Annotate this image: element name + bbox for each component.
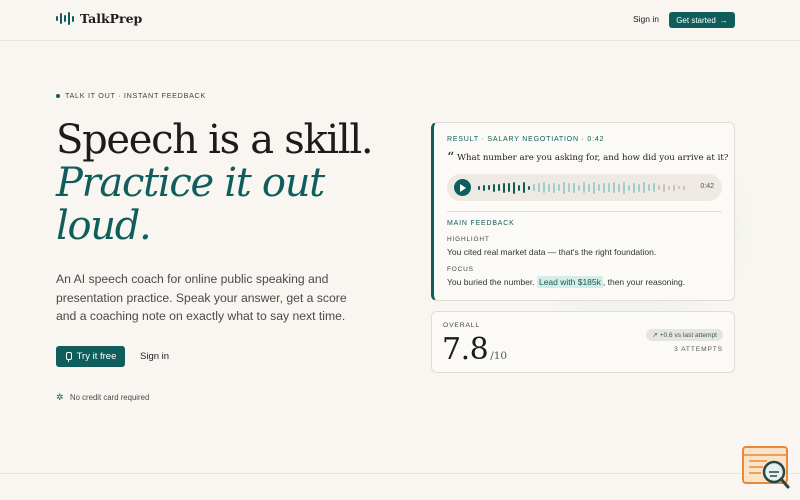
waveform-bar: [603, 182, 605, 193]
waveform-bar: [518, 184, 520, 191]
brand-name: TalkPrep: [80, 11, 143, 26]
focus-text-post: , then your reasoning.: [602, 277, 686, 287]
divider: [447, 211, 722, 212]
arrow-right-icon: →: [719, 15, 728, 25]
get-started-button[interactable]: Get started →: [669, 12, 735, 28]
headline-line-3: loud.: [56, 203, 152, 249]
waveform-bar: [528, 185, 530, 190]
waveform-bar: [633, 182, 635, 193]
brand-logo[interactable]: TalkPrep: [56, 11, 142, 26]
overall-score: 7.8 /10: [442, 332, 507, 367]
waveform-bar: [618, 183, 620, 192]
waveform-bar: [598, 184, 600, 191]
waveform-bar: [513, 181, 515, 194]
waveform-bar: [678, 186, 680, 189]
quote-mark-icon: “: [447, 150, 455, 166]
improvement-badge: ↗ +0.6 vs last attempt: [646, 329, 723, 341]
audio-duration: 0:42: [700, 183, 714, 190]
result-header: RESULT · SALARY NEGOTIATION · 0:42: [447, 136, 605, 143]
no-credit-card-text: No credit card required: [70, 393, 150, 402]
hero-description: An AI speech coach for online public spe…: [56, 272, 347, 323]
play-icon[interactable]: [454, 179, 471, 196]
focus-label: FOCUS: [447, 266, 474, 273]
waveform-bar: [683, 185, 685, 190]
waveform-bar: [553, 182, 555, 193]
try-it-free-button[interactable]: Try it free: [56, 346, 125, 367]
score-denominator: /10: [490, 350, 508, 362]
waveform-bar: [568, 183, 570, 192]
waveform-bar: [638, 183, 640, 192]
waveform-bar: [643, 182, 645, 193]
waveform-bar: [548, 183, 550, 192]
waveform-bar: [488, 185, 490, 190]
hero-signin-link[interactable]: Sign in: [140, 351, 169, 362]
headline-line-2: Practice it out: [56, 160, 325, 206]
waveform-bar: [588, 183, 590, 192]
eyebrow-text: TALK IT OUT · INSTANT FEEDBACK: [65, 91, 206, 100]
overall-label: OVERALL: [443, 322, 480, 329]
waveform-bar: [593, 181, 595, 194]
waveform-bar: [663, 183, 665, 192]
waveform-bar: [628, 184, 630, 191]
waveform-bar: [538, 183, 540, 192]
waveform-bar: [608, 183, 610, 192]
waveform-bar: [563, 181, 565, 194]
waveform-bar: [523, 182, 525, 193]
headline-line-1: Speech is a skill.: [56, 117, 374, 163]
waveform-bar: [498, 184, 500, 191]
get-started-label: Get started: [676, 15, 716, 25]
waveform-bar: [558, 184, 560, 191]
waveform-bar: [623, 181, 625, 194]
waveform-bar: [668, 185, 670, 190]
microphone-icon: [65, 351, 73, 362]
score-value: 7.8: [442, 332, 489, 367]
focus-text: You buried the number. Lead with $185k, …: [447, 276, 686, 288]
waveform-bar: [648, 184, 650, 191]
hero-headline: Speech is a skill. Practice it out loud.: [56, 117, 374, 249]
waveform-bar: [578, 184, 580, 191]
waveform-bar: [673, 184, 675, 191]
waveform-bar: [573, 182, 575, 193]
eyebrow: TALK IT OUT · INSTANT FEEDBACK: [56, 91, 206, 100]
result-card: RESULT · SALARY NEGOTIATION · 0:42 “ Wha…: [431, 122, 735, 301]
try-it-free-label: Try it free: [76, 351, 117, 362]
focus-text-pre: You buried the number.: [447, 277, 535, 287]
footer-divider: [0, 473, 800, 474]
audio-player[interactable]: 0:42: [447, 174, 722, 201]
highlight-text: You cited real market data — that's the …: [447, 247, 657, 257]
search-document-icon[interactable]: [741, 445, 791, 490]
highlight-label: HIGHLIGHT: [447, 236, 490, 243]
sparkle-icon: ✲: [56, 392, 64, 402]
waveform-bar: [533, 184, 535, 191]
no-credit-card-note: ✲ No credit card required: [56, 392, 150, 403]
eyebrow-dot-icon: [56, 93, 60, 98]
waveform-logo-icon: [56, 12, 74, 26]
waveform-bar: [478, 185, 480, 190]
score-card: OVERALL 7.8 /10 ↗ +0.6 vs last attempt 3…: [431, 311, 735, 373]
attempts-count: 3 ATTEMPTS: [674, 346, 723, 353]
waveform-bar: [493, 183, 495, 192]
question: “ What number are you asking for, and ho…: [447, 150, 729, 166]
waveform-bar: [658, 185, 660, 190]
audio-waveform[interactable]: [478, 178, 688, 197]
question-text: What number are you asking for, and how …: [457, 153, 729, 163]
waveform-bar: [613, 182, 615, 193]
waveform-bar: [583, 182, 585, 193]
main-feedback-heading: MAIN FEEDBACK: [447, 220, 515, 227]
waveform-bar: [508, 183, 510, 192]
waveform-bar: [503, 182, 505, 193]
waveform-bar: [543, 182, 545, 193]
waveform-bar: [483, 184, 485, 191]
waveform-bar: [653, 183, 655, 192]
focus-highlight-mark: Lead with $185k: [536, 276, 603, 288]
top-nav: TalkPrep Sign in Get started →: [0, 0, 800, 41]
nav-signin-link[interactable]: Sign in: [633, 14, 659, 24]
